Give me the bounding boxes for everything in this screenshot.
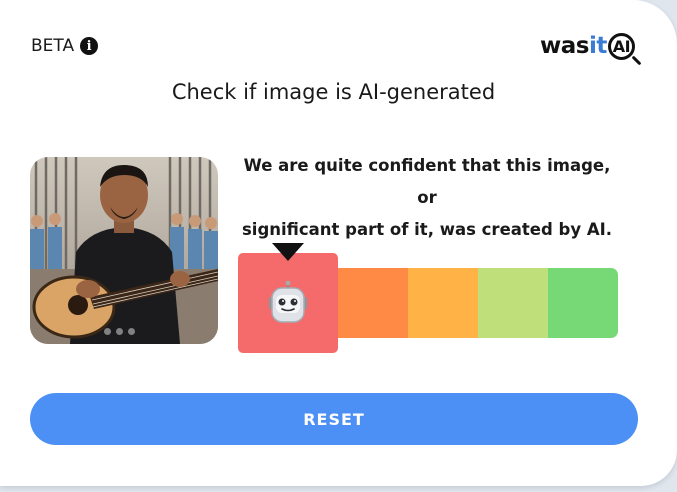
level-pointer: [272, 243, 304, 261]
photo-guitar-player-icon: [30, 157, 218, 344]
carousel-dot[interactable]: [128, 328, 135, 335]
logo-it: it: [588, 33, 607, 59]
beta-text: BETA: [31, 36, 75, 56]
verdict-line-1: We are quite confident that this image, …: [243, 156, 611, 207]
robot-face-icon: [269, 281, 307, 323]
beta-label: BETA i: [31, 36, 99, 56]
reset-button[interactable]: RESET: [30, 393, 638, 445]
carousel-dots[interactable]: [104, 328, 135, 335]
carousel-dot[interactable]: [104, 328, 111, 335]
wasitai-logo[interactable]: was it AI: [540, 28, 635, 64]
info-icon[interactable]: i: [80, 37, 99, 55]
carousel-dot[interactable]: [116, 328, 123, 335]
scale-segment-uncertain: [408, 268, 478, 338]
logo-was: was: [540, 33, 589, 59]
detector-card: BETA i was it AI Check if image is AI-gene…: [0, 0, 677, 486]
scale-segment-likely-ai: [338, 268, 408, 338]
page-title: Check if image is AI-generated: [171, 80, 496, 104]
scale-segment-human: [548, 268, 618, 338]
selected-level: [238, 253, 338, 353]
magnifier-icon: AI: [607, 32, 635, 60]
uploaded-image[interactable]: [30, 157, 218, 344]
verdict-text: We are quite confident that this image, …: [232, 150, 622, 246]
logo-ai-text: AI: [612, 36, 631, 56]
scale-segment-likely-human: [478, 268, 548, 338]
verdict-line-2: significant part of it, was created by A…: [241, 220, 613, 239]
